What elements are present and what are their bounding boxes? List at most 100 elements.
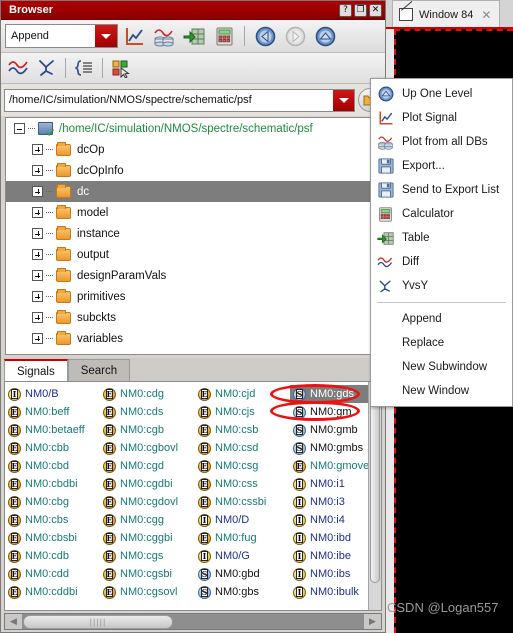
tree-item-variables[interactable]: variables xyxy=(6,328,381,349)
menu-item-plot-from-all-dbs[interactable]: Plot from all DBs xyxy=(371,130,512,154)
signal-item[interactable]: S NM0:gbd xyxy=(195,565,290,583)
signal-item[interactable]: E NM0:cgsovl xyxy=(100,583,195,601)
signal-item[interactable]: E NM0:csg xyxy=(195,457,290,475)
plot-signal-button[interactable] xyxy=(120,23,148,50)
signal-item[interactable]: E NM0:cgsbi xyxy=(100,565,195,583)
signal-item[interactable]: E NM0:csd xyxy=(195,439,290,457)
expand-icon[interactable] xyxy=(32,165,43,176)
signal-item[interactable]: E NM0:cddbi xyxy=(5,583,100,601)
signal-item[interactable]: E NM0:cbdbi xyxy=(5,475,100,493)
calculator-button[interactable] xyxy=(210,23,238,50)
menu-item-up-one-level[interactable]: Up One Level xyxy=(371,82,512,106)
back-button[interactable] xyxy=(251,23,279,50)
restore-button[interactable]: ❐ xyxy=(354,4,367,17)
yvsy-button[interactable] xyxy=(33,55,61,82)
signal-item[interactable]: E NM0:beff xyxy=(5,403,100,421)
tree-item-dc[interactable]: dc xyxy=(6,181,381,202)
signal-item[interactable]: E NM0:betaeff xyxy=(5,421,100,439)
signal-item[interactable]: E NM0:cbs xyxy=(5,511,100,529)
signal-item[interactable]: E NM0:cbb xyxy=(5,439,100,457)
menu-item-replace[interactable]: Replace xyxy=(371,331,512,355)
hscroll-thumb[interactable]: ||||| xyxy=(23,614,173,629)
chevron-down-icon[interactable] xyxy=(95,25,117,47)
tree-item-instance[interactable]: instance xyxy=(6,223,381,244)
signal-item[interactable]: E NM0:cds xyxy=(100,403,195,421)
diff-button[interactable] xyxy=(5,55,33,82)
collapse-icon[interactable] xyxy=(14,123,25,134)
tab-window-84[interactable]: Window 84 ✕ xyxy=(392,0,501,28)
tree-item-model[interactable]: model xyxy=(6,202,381,223)
forward-button[interactable] xyxy=(281,23,309,50)
signal-item[interactable]: E NM0:cbg xyxy=(5,493,100,511)
tree-item-dcOp[interactable]: dcOp xyxy=(6,139,381,160)
signal-item[interactable]: E NM0:fug xyxy=(195,529,290,547)
menu-item-append[interactable]: Append xyxy=(371,307,512,331)
signal-item[interactable]: S NM0:gbs xyxy=(195,583,290,601)
context-menu[interactable]: Up One Level Plot Signal Plot from all DBs… xyxy=(370,78,513,407)
menu-item-new-subwindow[interactable]: New Subwindow xyxy=(371,355,512,379)
tab-signals[interactable]: Signals xyxy=(4,359,68,382)
signal-item[interactable]: E NM0:cgbovl xyxy=(100,439,195,457)
expand-icon[interactable] xyxy=(32,291,43,302)
signal-item[interactable]: E NM0:cgb xyxy=(100,421,195,439)
menu-item-yvsy[interactable]: YvsY xyxy=(371,274,512,298)
signal-list-vscroll-thumb[interactable] xyxy=(370,383,380,583)
up-one-level-button[interactable] xyxy=(311,23,339,50)
menu-item-send-to-export-list[interactable]: Send to Export List xyxy=(371,178,512,202)
signal-item[interactable]: E NM0:cgdbi xyxy=(100,475,195,493)
tab-search[interactable]: Search xyxy=(67,359,131,382)
expand-icon[interactable] xyxy=(32,144,43,155)
signal-list[interactable]: I NM0/B E NM0:beff E NM0:betaeff E NM0:cbb E NM0:… xyxy=(4,381,382,611)
tree-item-dcOpInfo[interactable]: dcOpInfo xyxy=(6,160,381,181)
tree-item-output[interactable]: output xyxy=(6,244,381,265)
expand-icon[interactable] xyxy=(32,333,43,344)
signal-item[interactable]: E NM0:cdb xyxy=(5,547,100,565)
tree-item-subckts[interactable]: subckts xyxy=(6,307,381,328)
close-icon[interactable]: ✕ xyxy=(481,8,491,22)
close-button[interactable]: ✕ xyxy=(369,4,382,17)
expand-icon[interactable] xyxy=(32,228,43,239)
scroll-right-icon[interactable]: ▶ xyxy=(364,614,381,629)
menu-item-calculator[interactable]: Calculator xyxy=(371,202,512,226)
help-button[interactable]: ? xyxy=(339,4,352,17)
path-chevron-down-icon[interactable] xyxy=(333,89,354,111)
path-input[interactable]: /home/IC/simulation/NMOS/spectre/schemat… xyxy=(4,88,355,112)
tree-item-primitives[interactable]: primitives xyxy=(6,286,381,307)
signal-item[interactable]: E NM0:css xyxy=(195,475,290,493)
signal-item[interactable]: E NM0:cgg xyxy=(100,511,195,529)
expression-button[interactable] xyxy=(70,55,98,82)
directory-tree[interactable]: /home/IC/simulation/NMOS/spectre/schemat… xyxy=(5,117,382,355)
expand-icon[interactable] xyxy=(32,249,43,260)
expand-icon[interactable] xyxy=(32,270,43,281)
browser-titlebar[interactable]: Browser ? ❐ ✕ xyxy=(1,1,385,20)
signal-item[interactable]: E NM0:csb xyxy=(195,421,290,439)
menu-item-table[interactable]: Table xyxy=(371,226,512,250)
select-button[interactable] xyxy=(107,55,135,82)
signal-item[interactable]: E NM0:cgd xyxy=(100,457,195,475)
scroll-left-icon[interactable]: ◀ xyxy=(5,614,22,629)
menu-item-export[interactable]: Export... xyxy=(371,154,512,178)
plot-from-all-dbs-button[interactable] xyxy=(150,23,178,50)
signal-item[interactable]: I NM0/D xyxy=(195,511,290,529)
menu-item-diff[interactable]: Diff xyxy=(371,250,512,274)
mode-combo[interactable]: Append xyxy=(5,24,118,48)
signal-item[interactable]: E NM0:cssbi xyxy=(195,493,290,511)
signal-item[interactable]: E NM0:cjs xyxy=(195,403,290,421)
signal-item[interactable]: E NM0:cbd xyxy=(5,457,100,475)
signal-item[interactable]: E NM0:cgs xyxy=(100,547,195,565)
table-button[interactable] xyxy=(180,23,208,50)
signal-item[interactable]: I NM0/B xyxy=(5,385,100,403)
signal-item[interactable]: E NM0:cdd xyxy=(5,565,100,583)
signal-item[interactable]: E NM0:cjd xyxy=(195,385,290,403)
signal-list-vscrollbar[interactable] xyxy=(368,382,381,610)
menu-item-new-window[interactable]: New Window xyxy=(371,379,512,403)
expand-icon[interactable] xyxy=(32,312,43,323)
signal-item[interactable]: I NM0/G xyxy=(195,547,290,565)
expand-icon[interactable] xyxy=(32,186,43,197)
signal-item[interactable]: E NM0:cggbi xyxy=(100,529,195,547)
menu-item-plot-signal[interactable]: Plot Signal xyxy=(371,106,512,130)
signal-item[interactable]: E NM0:cbsbi xyxy=(5,529,100,547)
signal-item[interactable]: E NM0:cdg xyxy=(100,385,195,403)
signal-list-hscrollbar[interactable]: ◀ ||||| ▶ xyxy=(4,613,382,630)
expand-icon[interactable] xyxy=(32,207,43,218)
